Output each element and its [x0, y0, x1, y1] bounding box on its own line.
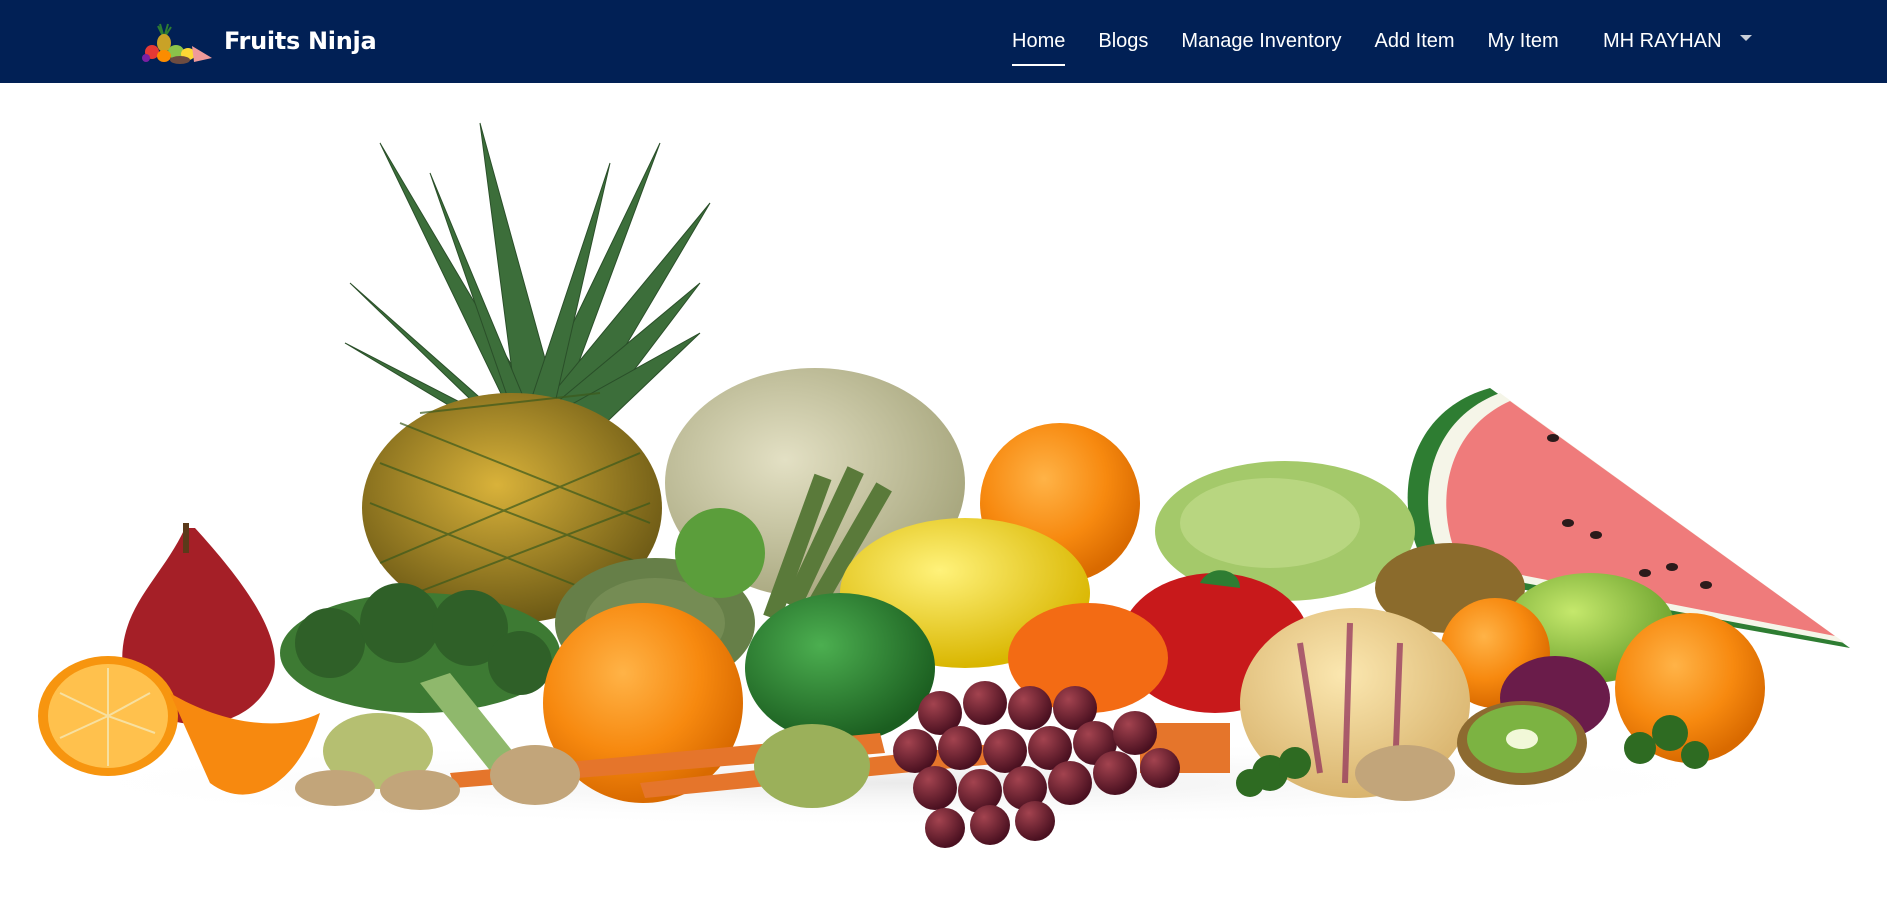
nav-links: Home Blogs Manage Inventory Add Item My … — [1012, 0, 1592, 83]
brand-link[interactable]: Fruits Ninja — [140, 16, 377, 66]
top-navbar: Fruits Ninja Home Blogs Manage Inventory… — [0, 0, 1887, 83]
user-menu-dropdown[interactable]: MH RAYHAN — [1603, 0, 1752, 83]
caret-down-icon — [1739, 34, 1752, 41]
fruits-vegetables-image — [20, 122, 1850, 848]
user-name: MH RAYHAN — [1603, 30, 1722, 52]
nav-my-item[interactable]: My Item — [1488, 26, 1559, 57]
nav-home[interactable]: Home — [1012, 26, 1066, 66]
nav-manage-inventory[interactable]: Manage Inventory — [1181, 26, 1341, 57]
hero-banner — [0, 83, 1887, 912]
nav-blogs[interactable]: Blogs — [1098, 26, 1148, 57]
brand-name: Fruits Ninja — [224, 27, 377, 55]
fruit-basket-logo — [142, 23, 212, 64]
nav-add-item[interactable]: Add Item — [1375, 26, 1455, 57]
